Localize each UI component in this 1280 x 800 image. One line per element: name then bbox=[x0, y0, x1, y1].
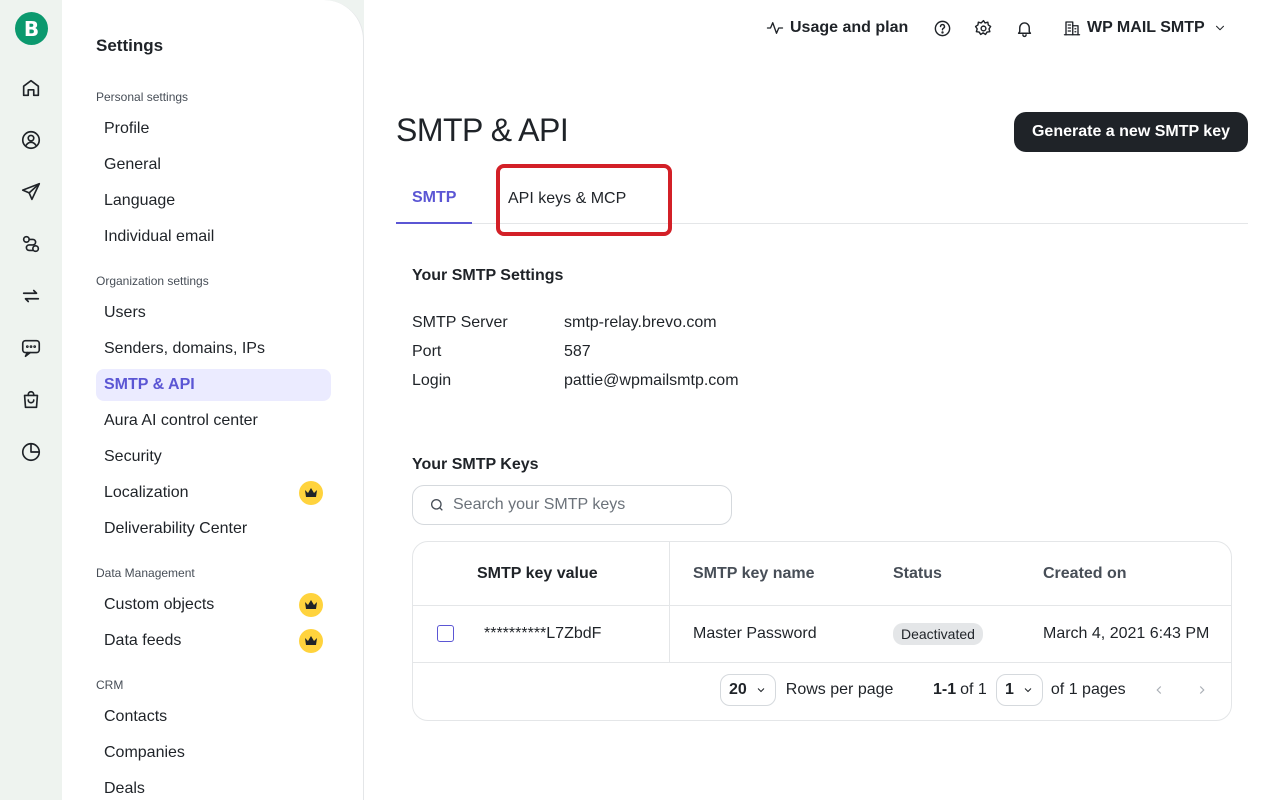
column-header-key-name[interactable]: SMTP key name bbox=[693, 542, 815, 605]
chevron-left-icon[interactable] bbox=[1152, 674, 1166, 706]
sidebar-item-localization[interactable]: Localization bbox=[96, 477, 331, 509]
app-rail: B bbox=[0, 0, 62, 800]
sidebar-item-aura-ai[interactable]: Aura AI control center bbox=[96, 405, 331, 437]
search-icon bbox=[431, 499, 443, 511]
reports-icon[interactable] bbox=[19, 440, 43, 464]
sidebar-item-deliverability[interactable]: Deliverability Center bbox=[96, 513, 331, 545]
page-title: SMTP & API bbox=[396, 112, 569, 148]
chevron-down-icon bbox=[757, 688, 765, 693]
tab-smtp[interactable]: SMTP bbox=[396, 174, 473, 224]
crown-icon bbox=[299, 629, 323, 653]
range-bold: 1-1 bbox=[933, 681, 957, 698]
generate-smtp-key-button[interactable]: Generate a new SMTP key bbox=[1014, 112, 1248, 152]
sidebar-item-companies[interactable]: Companies bbox=[96, 737, 331, 769]
account-name: WP MAIL SMTP bbox=[1087, 19, 1205, 36]
column-divider bbox=[669, 542, 670, 662]
main-content: Usage and plan WP MAIL SMTP SMTP & API G… bbox=[364, 0, 1280, 800]
org-settings-label: Organization settings bbox=[96, 274, 209, 288]
chevron-down-icon bbox=[1024, 688, 1032, 693]
conversations-icon[interactable] bbox=[19, 336, 43, 360]
port-label: Port bbox=[412, 343, 442, 360]
sidebar-item-label: Data feeds bbox=[104, 632, 182, 649]
search-input[interactable] bbox=[453, 496, 713, 514]
login-value: pattie@wpmailsmtp.com bbox=[564, 372, 739, 389]
sidebar-item-data-feeds[interactable]: Data feeds bbox=[96, 625, 331, 657]
sidebar-item-general[interactable]: General bbox=[96, 149, 331, 181]
page-select-group: 1 of 1 pages bbox=[996, 674, 1126, 706]
smtp-settings-heading: Your SMTP Settings bbox=[412, 267, 564, 284]
sidebar-item-senders[interactable]: Senders, domains, IPs bbox=[96, 333, 331, 365]
sidebar-item-users[interactable]: Users bbox=[96, 297, 331, 329]
pages-label: of 1 pages bbox=[1050, 681, 1126, 698]
home-icon[interactable] bbox=[19, 76, 43, 100]
chevron-right-icon[interactable] bbox=[1195, 674, 1209, 706]
rows-per-page-select[interactable]: 20 bbox=[720, 674, 776, 706]
sidebar-item-contacts[interactable]: Contacts bbox=[96, 701, 331, 733]
column-header-status[interactable]: Status bbox=[893, 542, 942, 605]
sidebar-item-label: Localization bbox=[104, 484, 189, 501]
column-header-key-value[interactable]: SMTP key value bbox=[477, 542, 598, 605]
sidebar-item-security[interactable]: Security bbox=[96, 441, 331, 473]
rows-per-page-label: Rows per page bbox=[785, 681, 894, 698]
ecommerce-icon[interactable] bbox=[19, 388, 43, 412]
key-value-cell: **********L7ZbdF bbox=[484, 624, 602, 642]
account-switcher[interactable]: WP MAIL SMTP bbox=[1063, 16, 1227, 40]
chevron-down-icon bbox=[1215, 25, 1224, 31]
building-icon bbox=[1063, 21, 1081, 36]
smtp-server-value: smtp-relay.brevo.com bbox=[564, 314, 717, 331]
smtp-server-label: SMTP Server bbox=[412, 314, 508, 331]
personal-settings-label: Personal settings bbox=[96, 90, 189, 104]
sidebar-item-profile[interactable]: Profile bbox=[96, 113, 331, 145]
sidebar-item-language[interactable]: Language bbox=[96, 185, 331, 217]
row-divider bbox=[413, 662, 1231, 663]
page-value: 1 bbox=[1005, 681, 1014, 698]
sidebar-item-custom-objects[interactable]: Custom objects bbox=[96, 589, 331, 621]
key-name-cell: Master Password bbox=[693, 624, 817, 642]
login-label: Login bbox=[412, 372, 452, 389]
smtp-keys-search bbox=[412, 485, 732, 525]
activity-icon bbox=[766, 22, 784, 34]
sidebar-item-smtp-api[interactable]: SMTP & API bbox=[96, 369, 331, 401]
created-on-cell: March 4, 2021 6:43 PM bbox=[1043, 624, 1210, 642]
automations-icon[interactable] bbox=[19, 232, 43, 256]
settings-sidebar: Settings Personal settings Profile Gener… bbox=[62, 0, 364, 800]
sidebar-item-deals[interactable]: Deals bbox=[96, 773, 331, 800]
settings-title: Settings bbox=[96, 36, 164, 55]
crown-icon bbox=[299, 593, 323, 617]
help-icon[interactable] bbox=[933, 16, 952, 40]
row-checkbox[interactable] bbox=[437, 625, 454, 642]
page-select[interactable]: 1 bbox=[996, 674, 1043, 706]
column-header-created-on[interactable]: Created on bbox=[1043, 542, 1127, 605]
campaigns-icon[interactable] bbox=[19, 180, 43, 204]
smtp-keys-table: SMTP key value SMTP key name Status Crea… bbox=[412, 541, 1232, 721]
tab-api-keys-mcp[interactable]: API keys & MCP bbox=[492, 174, 642, 224]
crown-icon bbox=[299, 481, 323, 505]
status-cell: Deactivated bbox=[893, 605, 983, 662]
transactional-icon[interactable] bbox=[19, 284, 43, 308]
usage-and-plan-button[interactable]: Usage and plan bbox=[766, 16, 908, 40]
port-value: 587 bbox=[564, 343, 591, 360]
crm-label: CRM bbox=[96, 678, 124, 692]
gear-icon[interactable] bbox=[974, 16, 993, 40]
contacts-icon[interactable] bbox=[19, 128, 43, 152]
sidebar-item-individual-email[interactable]: Individual email bbox=[96, 221, 331, 253]
page-range: 1-1 of 1 bbox=[933, 674, 987, 706]
usage-label: Usage and plan bbox=[790, 19, 909, 36]
rows-per-page-value: 20 bbox=[729, 681, 747, 698]
status-badge: Deactivated bbox=[893, 622, 983, 645]
smtp-keys-heading: Your SMTP Keys bbox=[412, 456, 539, 473]
sidebar-item-label: Custom objects bbox=[104, 596, 215, 613]
data-management-label: Data Management bbox=[96, 566, 195, 580]
tab-bar: SMTP API keys & MCP bbox=[396, 164, 1248, 236]
range-rest: of 1 bbox=[960, 681, 987, 698]
bell-icon[interactable] bbox=[1015, 16, 1034, 40]
brevo-logo[interactable]: B bbox=[15, 12, 48, 45]
rows-per-page: 20 Rows per page bbox=[720, 674, 893, 706]
